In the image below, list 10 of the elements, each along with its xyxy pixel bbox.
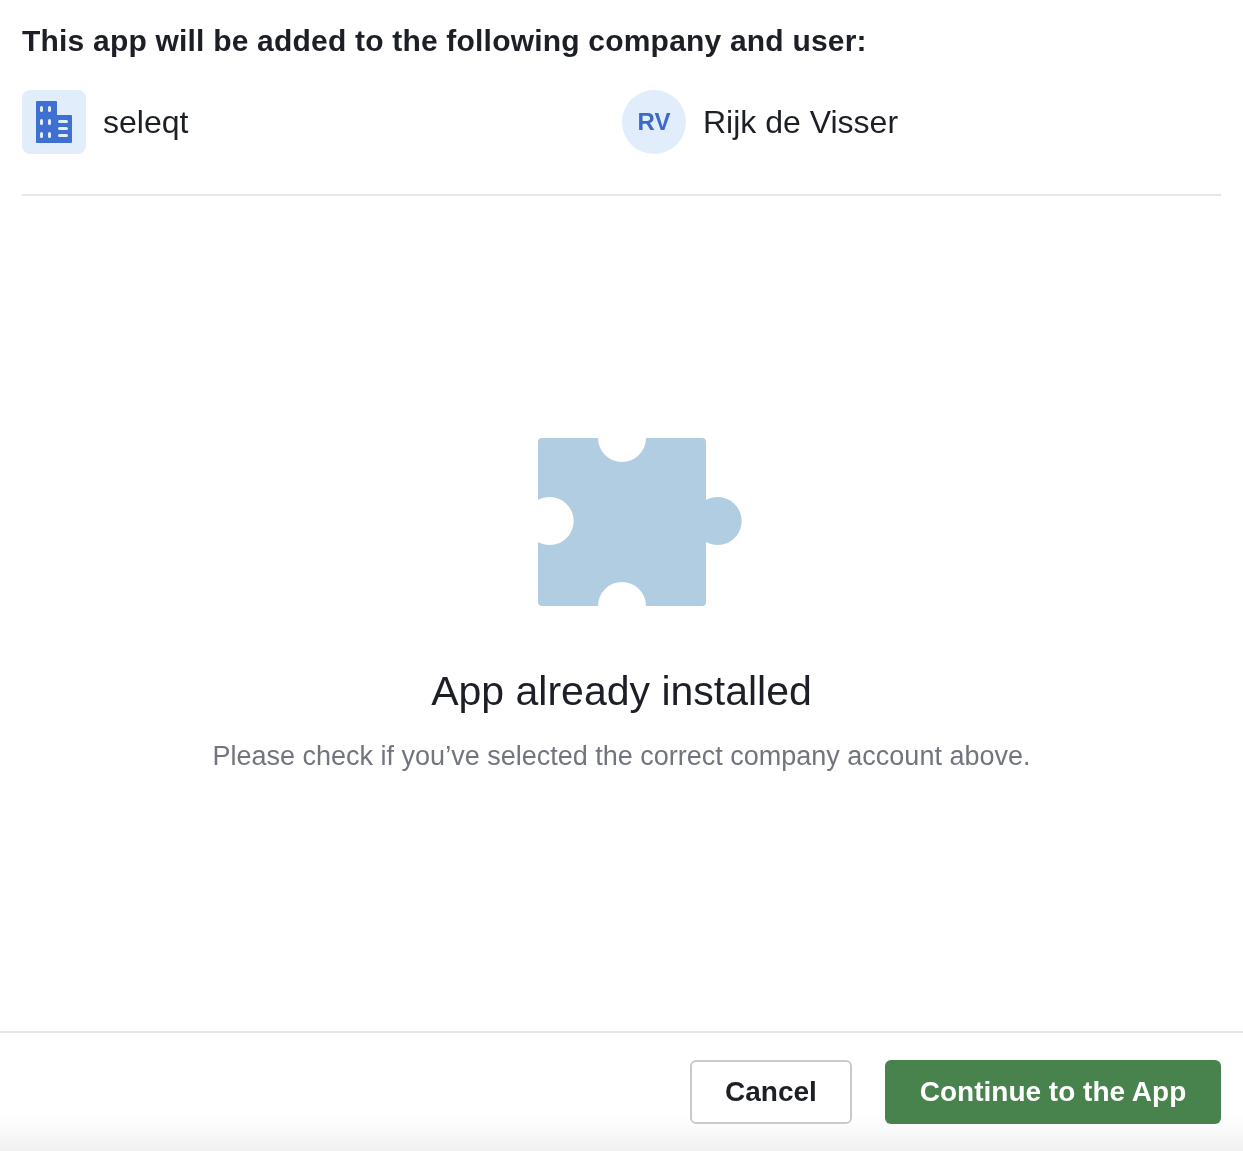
- status-title: App already installed: [431, 668, 812, 715]
- heading: This app will be added to the following company and user:: [22, 24, 868, 58]
- user-name: Rijk de Visser: [703, 103, 899, 141]
- user-avatar: RV: [622, 90, 686, 154]
- puzzle-piece-icon: [537, 438, 742, 606]
- continue-button[interactable]: Continue to the App: [885, 1060, 1221, 1124]
- cancel-button[interactable]: Cancel: [690, 1060, 852, 1124]
- building-icon: [36, 101, 72, 143]
- company-name: seleqt: [103, 103, 189, 141]
- status-message: Please check if you’ve selected the correct company account above.: [212, 741, 1031, 772]
